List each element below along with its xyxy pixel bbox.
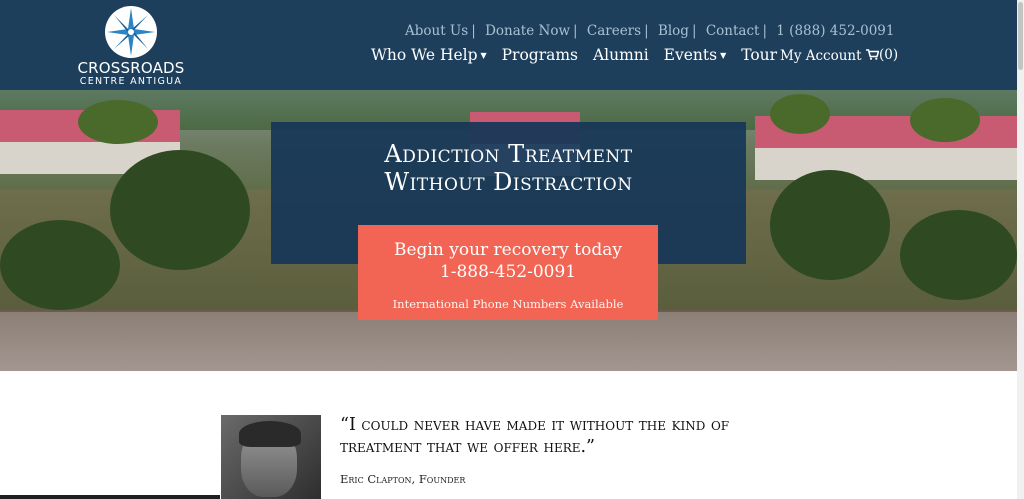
nav-item-label: Alumni [592,46,649,64]
cart-icon [866,49,880,60]
utility-nav: About Us | Donate Now | Careers | Blog | Con… [405,23,895,39]
cta-text: Begin your recovery today [394,240,622,260]
util-link-phone[interactable]: 1 (888) 452-0091 [776,23,894,39]
main-nav: Who We Help ▼ Programs Alumni Events ▼ Tou… [371,46,787,64]
scrollbar-thumb[interactable] [1018,2,1023,70]
nav-item-programs[interactable]: Programs [502,46,578,64]
util-link-blog[interactable]: Blog [658,23,689,39]
testimonial-author: Eric Clapton, Founder [340,472,466,486]
cta-note: International Phone Numbers Available [392,297,624,311]
nav-item-who-we-help[interactable]: Who We Help ▼ [371,46,487,64]
hero-title-line: Without Distraction [384,168,633,196]
nav-item-label: Events [663,46,718,64]
my-account-link[interactable]: My Account [780,48,862,64]
compass-rose-icon [105,6,157,58]
hero-palm [910,98,980,142]
hero-title-line: Addiction Treatment [384,140,633,168]
page-scrollbar[interactable] [1017,0,1024,499]
cart-count: (0) [879,47,899,63]
hero-tree [110,150,250,270]
bottom-bar [0,495,220,499]
brand-subtitle: CENTRE ANTIGUA [79,76,183,87]
hero-title: Addiction Treatment Without Distraction [271,140,746,196]
hero-palm [78,100,158,144]
cart-link[interactable]: (0) [866,47,898,63]
nav-item-label: Who We Help [371,46,478,64]
testimonial-quote: “I could never have made it without the … [340,415,730,457]
recovery-cta-button[interactable]: Begin your recovery today 1-888-452-0091… [358,225,658,320]
nav-item-events[interactable]: Events ▼ [664,46,727,64]
page: CROSSROADS CENTRE ANTIGUA About Us | Dona… [0,0,1017,499]
nav-item-label: Programs [501,46,579,64]
util-link-donate[interactable]: Donate Now [485,23,570,39]
brand-name: CROSSROADS [77,59,185,77]
nav-item-tour[interactable]: Tour [741,46,777,64]
hero-tree [0,220,120,310]
caret-down-icon: ▼ [720,51,727,60]
site-header: CROSSROADS CENTRE ANTIGUA About Us | Dona… [0,0,1017,90]
hero-rocks [0,312,1017,371]
util-link-careers[interactable]: Careers [587,23,641,39]
hero-tree [770,170,890,280]
caret-down-icon: ▼ [480,51,487,60]
hero-tree [900,210,1017,300]
util-link-about[interactable]: About Us [405,23,468,39]
util-link-contact[interactable]: Contact [706,23,760,39]
site-logo[interactable]: CROSSROADS CENTRE ANTIGUA [76,4,186,88]
nav-item-alumni[interactable]: Alumni [593,46,649,64]
cta-phone: 1-888-452-0091 [439,262,577,282]
nav-item-label: Tour [741,46,778,64]
hero-palm [770,94,830,134]
founder-photo [221,415,321,499]
